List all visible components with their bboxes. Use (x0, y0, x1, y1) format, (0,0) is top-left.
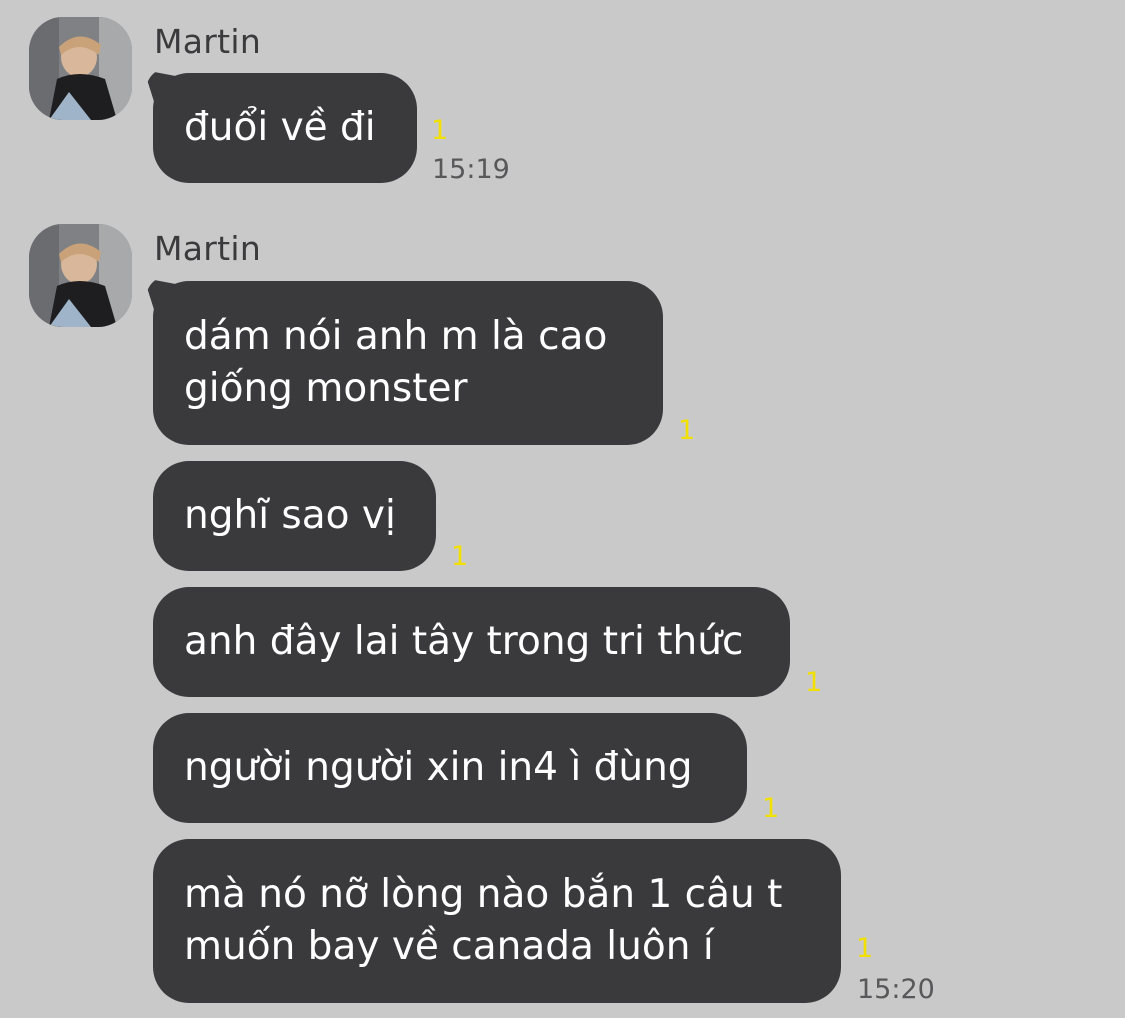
message-bubble[interactable]: anh đây lai tây trong tri thức (153, 587, 790, 697)
message-bubble[interactable]: dám nói anh m là cao giống monster (153, 281, 663, 445)
message-text: đuổi về đi (184, 105, 376, 150)
message-text: mà nó nỡ lòng nào bắn 1 câu t (184, 872, 783, 917)
message-text: muốn bay về canada luôn í (184, 924, 714, 969)
read-count: 1 (762, 793, 780, 824)
message-bubble[interactable]: nghĩ sao vị (153, 461, 436, 571)
sender-name: Martin (154, 22, 262, 61)
message-text: giống monster (184, 366, 468, 411)
sender-name: Martin (154, 229, 262, 268)
read-count: 1 (451, 541, 469, 572)
message-text: người người xin in4 ì đùng (184, 745, 693, 790)
read-count: 1 (678, 415, 696, 446)
avatar[interactable] (29, 17, 132, 120)
read-count: 1 (805, 667, 823, 698)
read-count: 1 (431, 115, 449, 146)
read-count: 1 (856, 933, 874, 964)
message-time: 15:19 (432, 154, 510, 185)
message-text: nghĩ sao vị (184, 493, 396, 538)
message-bubble[interactable]: mà nó nỡ lòng nào bắn 1 câu t muốn bay v… (153, 839, 841, 1003)
message-bubble[interactable]: đuổi về đi (153, 73, 417, 183)
message-bubble[interactable]: người người xin in4 ì đùng (153, 713, 747, 823)
message-text: dám nói anh m là cao (184, 314, 608, 359)
message-time: 15:20 (857, 974, 935, 1005)
message-text: anh đây lai tây trong tri thức (184, 619, 744, 664)
avatar[interactable] (29, 224, 132, 327)
